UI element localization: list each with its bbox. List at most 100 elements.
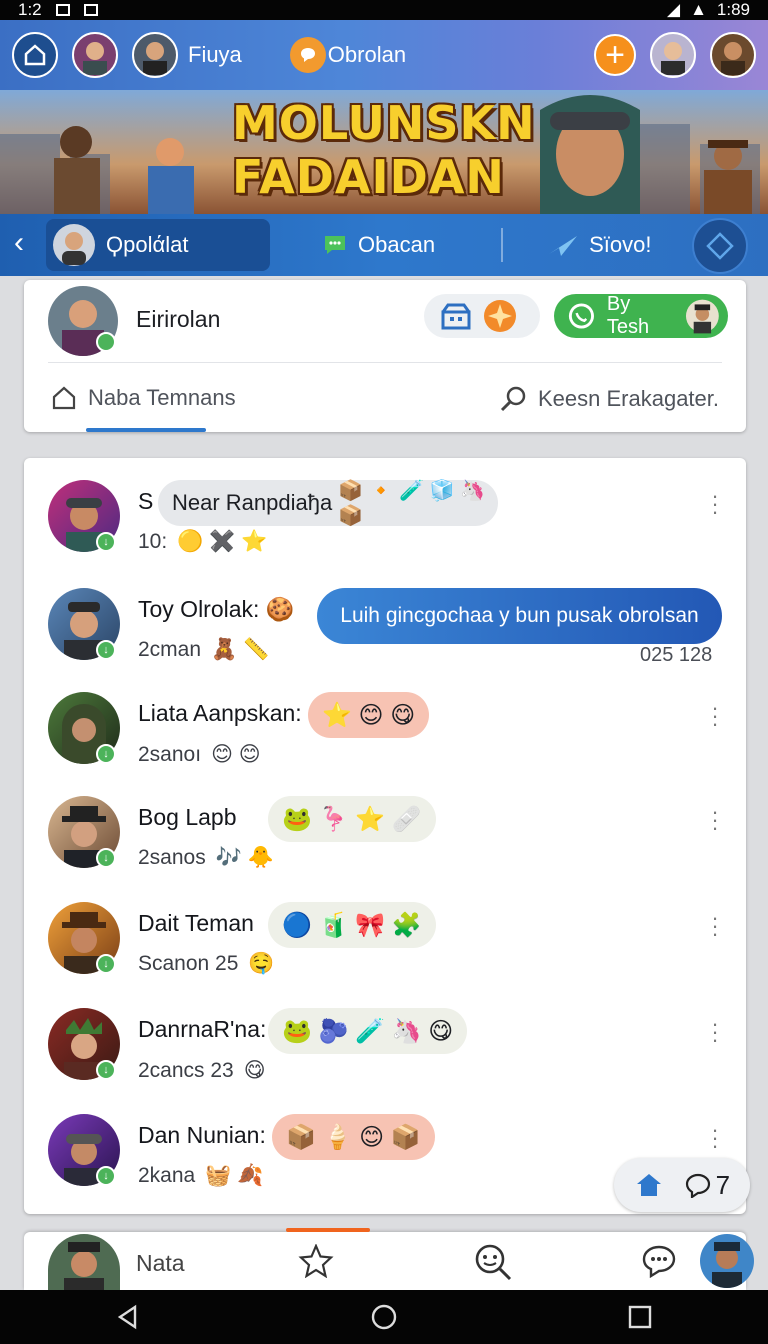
home-button[interactable] [12, 32, 58, 78]
nav-indicator [286, 1228, 370, 1232]
message-time: 2sanos [138, 846, 206, 869]
message-time: Scanon 25 [138, 952, 239, 975]
add-button[interactable]: + [594, 34, 636, 76]
app-notification-icon [83, 4, 98, 16]
search-link-label: Keesn Erakagater. [538, 386, 720, 411]
bottom-navigation: Nata [24, 1228, 754, 1290]
online-dot: ↓ [96, 1060, 116, 1080]
online-dot: ↓ [96, 640, 116, 660]
chat-chip-label[interactable]: Fiuya [188, 42, 242, 68]
emoji-row: 🧺 🍂 [205, 1164, 264, 1187]
online-dot: ↓ [96, 848, 116, 868]
more-options-icon[interactable]: · · · [710, 1013, 720, 1051]
more-options-icon[interactable]: · · · [710, 697, 720, 735]
message-time: 2cancs 23 [138, 1058, 234, 1082]
emoji-pill[interactable]: 🐸 🫐 🧪 🦄 😋 [268, 1008, 468, 1054]
obrolan-chip-label[interactable]: Obrolan [328, 42, 406, 68]
emoji-reactions: 📦 🔸 🧪 🧊 🦄 📦 [338, 480, 485, 527]
friends-link-label: Naba Temnans [88, 385, 236, 410]
emoji-pill[interactable]: 📦 🍦 😊 📦 [272, 1114, 435, 1160]
online-dot: ↓ [96, 954, 116, 974]
message-meta: 2kana 🧺 🍂 [138, 1164, 263, 1188]
cowboy-character-icon [704, 140, 752, 214]
contact-name: Dait Teman [138, 910, 254, 936]
status-bar: 1:2 ◢ ▲ 1:89 [0, 0, 768, 20]
emoji-pill[interactable]: ⭐ 😊 😋 [308, 692, 430, 738]
tab-profile[interactable]: Ϙpolάlat [46, 219, 270, 271]
recents-nav-icon[interactable] [627, 1304, 653, 1330]
by-tesh-label: By Tesh [606, 293, 650, 338]
house-outline-icon [52, 386, 76, 410]
sparkle-icon[interactable] [482, 298, 518, 334]
comments-count: 7 [715, 1169, 731, 1200]
active-tab-indicator [86, 428, 206, 432]
chat-list: ↓ S Near Ranpdiaђa 📦 🔸 🧪 🧊 🦄 📦 10: 🟡 ✖️ … [24, 458, 750, 1214]
back-icon[interactable]: ‹ [14, 228, 24, 258]
avatar[interactable] [650, 32, 696, 78]
friends-link[interactable]: Naba Temnans [50, 384, 236, 412]
message-time: 10: [138, 530, 168, 553]
avatar-face-icon [64, 1242, 104, 1290]
signal-icon: ◢ [667, 0, 681, 19]
notification-icon [55, 4, 70, 16]
nav-profile-avatar[interactable] [700, 1234, 754, 1288]
tab-chat[interactable]: Obacan [322, 219, 435, 271]
contact-name: Toy Olrolak: 🍪 [138, 596, 295, 622]
home-icon[interactable] [634, 1171, 664, 1199]
message-preview-text: Near Ranpdiaђa [172, 490, 333, 515]
message-preview-pill[interactable]: Near Ranpdiaђa 📦 🔸 🧪 🧊 🦄 📦 [158, 480, 498, 527]
more-options-icon[interactable]: · · · [710, 801, 720, 839]
nav-avatar[interactable] [48, 1234, 120, 1290]
tab-profile-label: Ϙpolάlat [106, 232, 189, 257]
system-navigation [0, 1290, 768, 1344]
tab-send[interactable]: Sïovo! [547, 219, 651, 271]
list-item[interactable]: ↓ Bog Lapb 🐸 🦩 ⭐ 🩹 2sanos 🎶 🐥 · · · [24, 796, 746, 900]
star-icon[interactable] [298, 1244, 334, 1278]
message-timestamp: 025 128 [640, 644, 713, 666]
avatar-face-icon [143, 42, 167, 75]
message-meta: 2sanoı 😊 😊 [138, 742, 261, 767]
more-options-icon[interactable]: · · · [710, 1119, 720, 1157]
profile-actions [424, 294, 540, 338]
chat-icon[interactable] [640, 1244, 678, 1278]
emoji-pill[interactable]: 🐸 🦩 ⭐ 🩹 [268, 796, 436, 842]
avatar-face-icon [83, 42, 107, 75]
explore-button[interactable] [692, 218, 748, 274]
speech-icon [300, 48, 315, 62]
avatar-face-icon [661, 42, 685, 75]
more-options-icon[interactable]: · · · [710, 485, 720, 523]
avatar[interactable] [132, 32, 178, 78]
avatar-icon [53, 224, 95, 266]
search-link[interactable]: Keesn Erakagater. [498, 384, 719, 414]
tab-send-label: Sïovo! [589, 232, 652, 257]
avatar[interactable] [710, 32, 756, 78]
emoji-row: 🎶 🐥 [215, 846, 274, 869]
comments-counter[interactable]: 7 [684, 1170, 730, 1201]
by-tesh-button[interactable]: By Tesh [554, 293, 728, 338]
hero-banner: MOLUNSKN FADAIDAN [0, 90, 768, 214]
more-options-icon[interactable]: · · · [710, 907, 720, 945]
online-dot: ↓ [96, 1166, 116, 1186]
comment-icon [685, 1173, 710, 1198]
avatar[interactable] [72, 32, 118, 78]
top-bar: Fiuya Obrolan + [0, 20, 768, 90]
list-item[interactable]: ↓ DanrnaR'na: 🐸 🫐 🧪 🦄 😋 2cancs 23 😋 · · · [24, 1008, 746, 1112]
profile-card: Eirirolan By Tesh Naba Temnans Keesn Era… [24, 280, 746, 432]
message-bubble[interactable]: Luih gincgochaa y bun pusak obrolsan [317, 588, 722, 644]
list-item[interactable]: ↓ Dait Teman 🔵 🧃 🎀 🧩 Scanon 25 🤤 · · · [24, 902, 746, 1006]
home-nav-icon[interactable] [370, 1303, 398, 1331]
nav-label[interactable]: Nata [136, 1250, 185, 1277]
paper-plane-icon [549, 236, 578, 256]
message-time: 2sanoı [138, 742, 202, 766]
search-face-icon[interactable] [472, 1242, 514, 1282]
list-item[interactable]: ↓ S Near Ranpdiaђa 📦 🔸 🧪 🧊 🦄 📦 10: 🟡 ✖️ … [24, 480, 746, 584]
contact-name: Dan Nunian: [138, 1122, 266, 1148]
shop-icon[interactable] [440, 302, 472, 330]
back-nav-icon[interactable] [115, 1304, 141, 1330]
emoji-pill[interactable]: 🔵 🧃 🎀 🧩 [268, 902, 436, 948]
avatar-icon [686, 299, 720, 334]
message-meta: 10: 🟡 ✖️ ⭐ [138, 530, 267, 554]
list-item[interactable]: ↓ Liata Aanpskan: ⭐ 😊 😋 2sanoı 😊 😊 · · · [24, 692, 746, 796]
chat-bubble-icon[interactable] [289, 37, 326, 73]
list-item[interactable]: ↓ Toy Olrolak: 🍪 Luih gincgochaa y bun p… [24, 588, 746, 692]
